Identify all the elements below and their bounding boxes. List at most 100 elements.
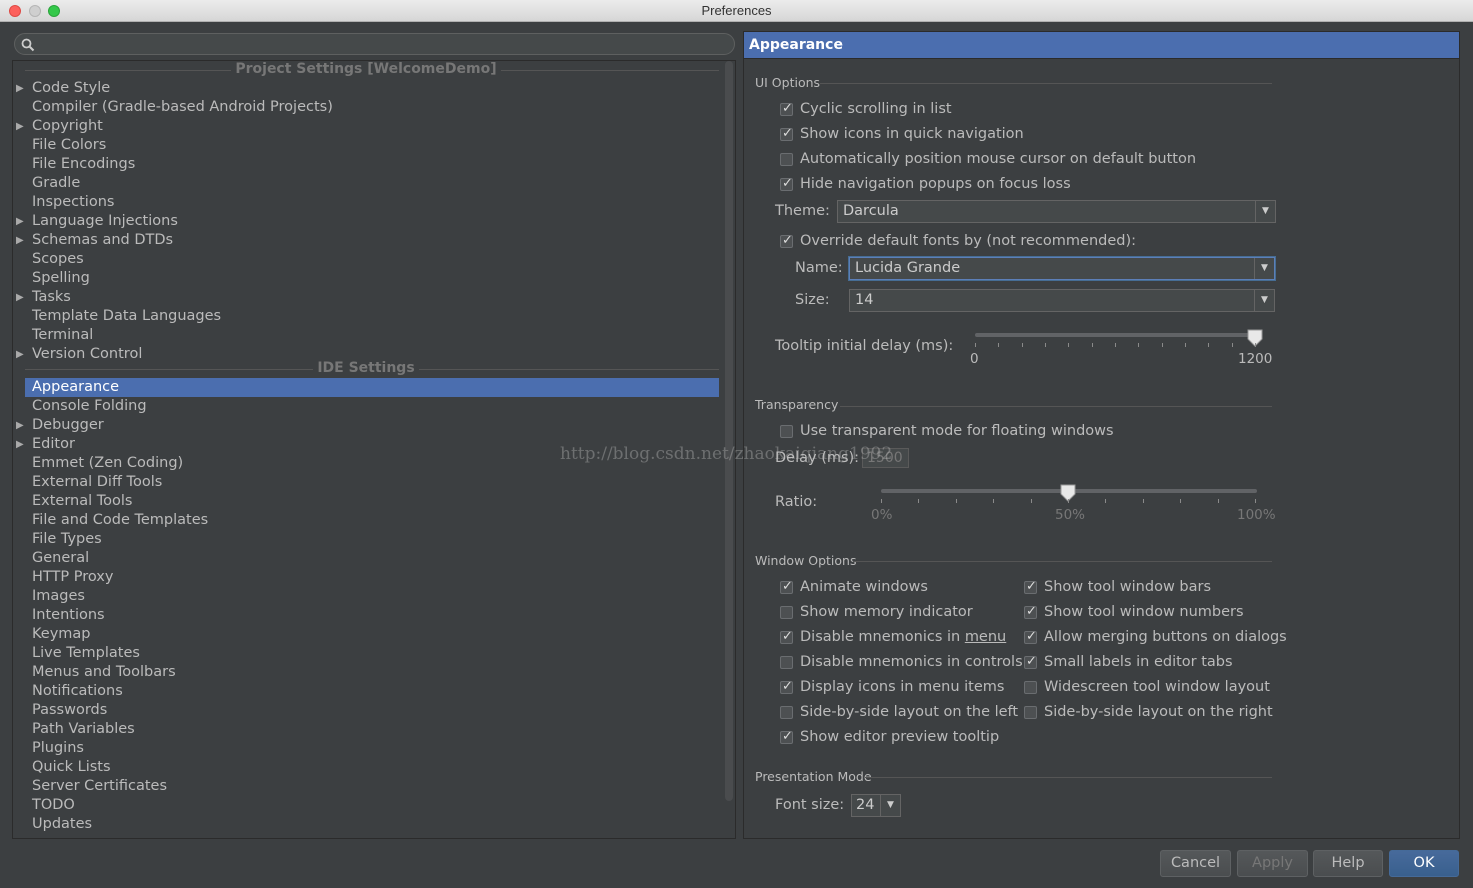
tree-item[interactable]: General [13, 549, 719, 568]
tree-item[interactable]: Updates [13, 815, 719, 834]
checkbox-box[interactable] [780, 706, 793, 719]
checkbox-label-text: Show tool window numbers [1044, 604, 1244, 620]
tree-item[interactable]: Template Data Languages [13, 307, 719, 326]
font-size-value: 14 [855, 292, 874, 308]
expand-arrow-icon[interactable]: ▶ [16, 231, 24, 250]
tree-item[interactable]: Images [13, 587, 719, 606]
tree-item[interactable]: ▶ Language Injections [13, 212, 719, 231]
tree-item-label: Schemas and DTDs [32, 232, 174, 248]
tree-item[interactable]: Server Certificates [13, 777, 719, 796]
settings-search-input[interactable] [14, 33, 735, 55]
checkbox-box[interactable]: ✓ [780, 101, 793, 116]
theme-dropdown[interactable]: Darcula ▼ [837, 200, 1276, 223]
expand-arrow-icon[interactable]: ▶ [16, 212, 24, 231]
checkbox-box[interactable] [780, 656, 793, 669]
checkbox-label: Side-by-side layout on the right [1044, 702, 1273, 722]
checkbox-box[interactable]: ✓ [780, 233, 793, 248]
font-name-value: Lucida Grande [855, 260, 961, 276]
slider-tick [1138, 343, 1140, 347]
checkbox-box[interactable]: ✓ [780, 729, 793, 744]
tree-section-header: IDE Settings [13, 360, 719, 378]
tree-item[interactable]: File Encodings [13, 155, 719, 174]
slider-tick [1068, 343, 1070, 347]
tree-item[interactable]: TODO [13, 796, 719, 815]
tooltip-max-label: 1200 [1238, 351, 1273, 367]
tree-item[interactable]: ▶ Code Style [13, 79, 719, 98]
theme-value: Darcula [843, 203, 899, 219]
cancel-button[interactable]: Cancel [1160, 850, 1231, 877]
tree-item[interactable]: Passwords [13, 701, 719, 720]
checkbox-box[interactable]: ✓ [780, 629, 793, 644]
ratio-max-label: 100% [1237, 507, 1276, 523]
tree-item[interactable]: Notifications [13, 682, 719, 701]
help-button[interactable]: Help [1313, 850, 1383, 877]
slider-tick [1142, 499, 1144, 503]
tree-item[interactable]: Plugins [13, 739, 719, 758]
tree-item[interactable]: Keymap [13, 625, 719, 644]
checkbox-box[interactable] [1024, 706, 1037, 719]
checkbox-box[interactable]: ✓ [1024, 629, 1037, 644]
tree-item[interactable]: External Diff Tools [13, 473, 719, 492]
tree-item[interactable]: Inspections [13, 193, 719, 212]
expand-arrow-icon[interactable]: ▶ [16, 288, 24, 307]
tree-item[interactable]: Menus and Toolbars [13, 663, 719, 682]
checkbox-box[interactable]: ✓ [780, 176, 793, 191]
font-size-label: Size: [795, 292, 830, 308]
tree-item[interactable]: HTTP Proxy [13, 568, 719, 587]
checkbox-box[interactable] [1024, 681, 1037, 694]
checkbox-box[interactable]: ✓ [1024, 604, 1037, 619]
checkbox-box[interactable]: ✓ [780, 679, 793, 694]
checkbox-box[interactable]: ✓ [1024, 654, 1037, 669]
tree-item[interactable]: Live Templates [13, 644, 719, 663]
tooltip-delay-slider[interactable] [975, 333, 1257, 337]
presentation-font-size-label: Font size: [775, 797, 845, 813]
tree-item[interactable]: Intentions [13, 606, 719, 625]
ok-button[interactable]: OK [1389, 850, 1459, 877]
apply-button[interactable]: Apply [1237, 850, 1308, 877]
tree-item-label: Plugins [32, 740, 84, 756]
slider-tick [1105, 499, 1107, 503]
checkbox-box[interactable] [780, 606, 793, 619]
chevron-down-icon: ▼ [880, 795, 900, 816]
slider-tick [881, 499, 882, 503]
tree-item[interactable]: ▶ Tasks [13, 288, 719, 307]
tree-scrollbar[interactable] [725, 61, 733, 801]
tree-item-label: General [32, 550, 90, 566]
tree-item[interactable]: Appearance [25, 378, 719, 397]
tree-item[interactable]: Terminal [13, 326, 719, 345]
tree-item-label: Updates [32, 816, 93, 832]
expand-arrow-icon[interactable]: ▶ [16, 79, 24, 98]
tree-item[interactable]: Path Variables [13, 720, 719, 739]
tree-item[interactable]: External Tools [13, 492, 719, 511]
tree-item-label: Quick Lists [32, 759, 111, 775]
tree-item-label: Keymap [32, 626, 91, 642]
tree-item[interactable]: ▶ Debugger [13, 416, 719, 435]
checkbox-box[interactable]: ✓ [1024, 579, 1037, 594]
tree-item[interactable]: ▶ Copyright [13, 117, 719, 136]
checkbox-box[interactable]: ✓ [780, 126, 793, 141]
tree-item[interactable]: ▶ Schemas and DTDs [13, 231, 719, 250]
checkbox-box[interactable]: ✓ [780, 579, 793, 594]
divider [820, 83, 1272, 84]
tree-item-label: HTTP Proxy [32, 569, 114, 585]
presentation-font-size-dropdown[interactable]: 24 ▼ [851, 794, 901, 817]
tree-item[interactable]: Quick Lists [13, 758, 719, 777]
tree-item[interactable]: File Types [13, 530, 719, 549]
tree-item[interactable]: Console Folding [13, 397, 719, 416]
tree-item[interactable]: Compiler (Gradle-based Android Projects) [13, 98, 719, 117]
font-size-dropdown[interactable]: 14 ▼ [849, 289, 1275, 312]
checkbox-box[interactable] [780, 153, 793, 166]
checkbox-box[interactable] [780, 425, 793, 438]
expand-arrow-icon[interactable]: ▶ [16, 117, 24, 136]
tree-item[interactable]: Spelling [13, 269, 719, 288]
expand-arrow-icon[interactable]: ▶ [16, 435, 24, 454]
tree-item-label: External Tools [32, 493, 133, 509]
expand-arrow-icon[interactable]: ▶ [16, 416, 24, 435]
slider-tick [1045, 343, 1046, 347]
font-name-dropdown[interactable]: Lucida Grande ▼ [849, 257, 1275, 280]
tree-item[interactable]: File Colors [13, 136, 719, 155]
tree-item[interactable]: File and Code Templates [13, 511, 719, 530]
tree-item[interactable]: Gradle [13, 174, 719, 193]
tree-item[interactable]: Scopes [13, 250, 719, 269]
slider-tick [1231, 343, 1233, 347]
